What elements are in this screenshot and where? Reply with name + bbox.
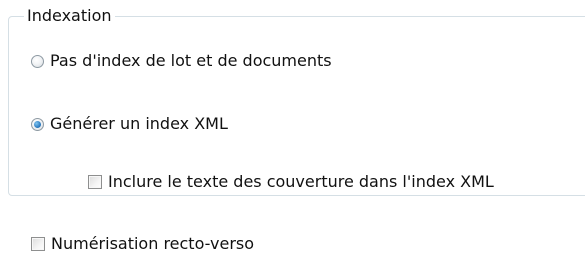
no-index-radio-option[interactable]: Pas d'index de lot et de documents xyxy=(31,51,332,71)
indexation-group-title: Indexation xyxy=(24,6,115,26)
xml-index-label: Générer un index XML xyxy=(50,114,228,133)
include-cover-text-checkbox[interactable] xyxy=(88,175,102,189)
include-cover-text-label: Inclure le texte des couverture dans l'i… xyxy=(108,172,494,191)
no-index-label: Pas d'index de lot et de documents xyxy=(50,51,332,70)
include-cover-text-option[interactable]: Inclure le texte des couverture dans l'i… xyxy=(88,172,494,192)
radio-button-unselected[interactable] xyxy=(31,54,44,68)
radio-button-selected[interactable] xyxy=(31,117,44,131)
duplex-scan-option[interactable]: Numérisation recto-verso xyxy=(31,234,254,254)
indexation-groupbox xyxy=(8,16,585,196)
duplex-scan-checkbox[interactable] xyxy=(31,237,45,251)
xml-index-radio-option[interactable]: Générer un index XML xyxy=(31,114,228,134)
duplex-scan-label: Numérisation recto-verso xyxy=(51,234,255,253)
